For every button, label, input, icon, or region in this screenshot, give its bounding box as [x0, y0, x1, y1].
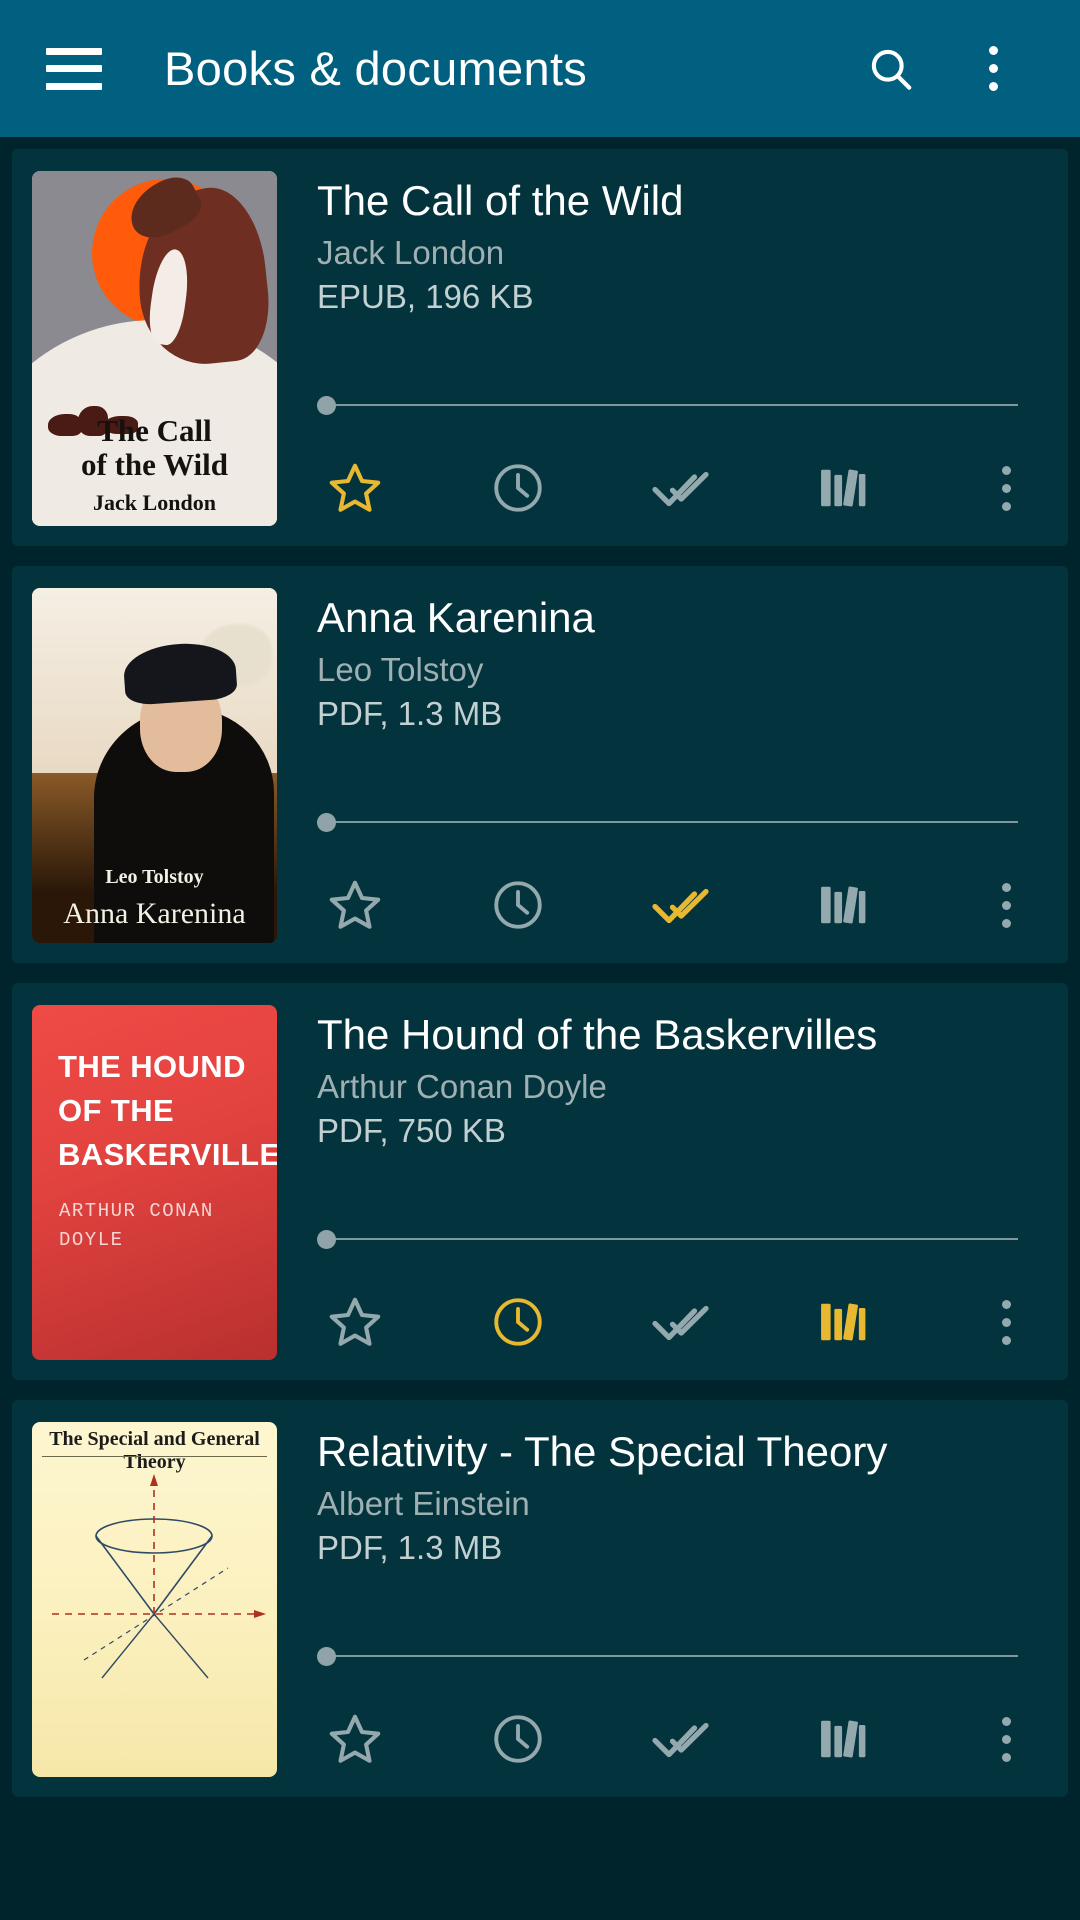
book-title: The Hound of the Baskervilles — [317, 1011, 878, 1058]
progress-track — [317, 404, 1018, 406]
read-later-clock-icon[interactable] — [480, 1284, 556, 1360]
book-info: The Call of the Wild Jack London EPUB, 1… — [277, 171, 1048, 526]
book-actions — [317, 1701, 1048, 1777]
book-title: Anna Karenina — [317, 594, 595, 641]
book-more-options-icon[interactable] — [968, 450, 1044, 526]
progress-thumb[interactable] — [317, 396, 336, 415]
progress-track — [317, 1655, 1018, 1657]
book-more-options-icon[interactable] — [968, 1284, 1044, 1360]
progress-track — [317, 821, 1018, 823]
book-list-item[interactable]: THE HOUND OF THE BASKERVILLES ARTHUR CON… — [12, 983, 1068, 1380]
book-list: The Call of the Wild Jack London The Cal… — [0, 137, 1080, 1797]
book-cover-the-hound-of-the-baskervilles[interactable]: THE HOUND OF THE BASKERVILLES ARTHUR CON… — [32, 1005, 277, 1360]
cover-author: Leo Tolstoy — [105, 866, 204, 888]
book-info: The Hound of the Baskervilles Arthur Con… — [277, 1005, 1048, 1360]
have-read-double-check-icon[interactable] — [643, 1284, 719, 1360]
read-later-clock-icon[interactable] — [480, 450, 556, 526]
cover-title-line-2: of the Wild — [81, 446, 228, 482]
book-author: Jack London — [317, 234, 505, 272]
cover-title-line-1: The Call — [97, 412, 212, 448]
book-title: The Call of the Wild — [317, 177, 684, 224]
app-bar-actions — [860, 38, 1046, 100]
page-title: Books & documents — [164, 42, 588, 95]
cover-author: ARTHUR CONAN DOYLE — [59, 1200, 214, 1251]
app-bar: Books & documents — [0, 0, 1080, 137]
have-read-double-check-icon[interactable] — [643, 1701, 719, 1777]
book-format-size: PDF, 1.3 MB — [317, 1529, 503, 1567]
collections-books-icon[interactable] — [805, 1701, 881, 1777]
read-later-clock-icon[interactable] — [480, 867, 556, 943]
progress-track — [317, 1238, 1018, 1240]
book-info: Anna Karenina Leo Tolstoy PDF, 1.3 MB — [277, 588, 1048, 943]
book-cover-the-call-of-the-wild[interactable]: The Call of the Wild Jack London — [32, 171, 277, 526]
collections-books-icon[interactable] — [805, 867, 881, 943]
reading-progress[interactable] — [317, 394, 1048, 416]
cover-title: Anna Karenina — [63, 897, 246, 930]
book-format-size: PDF, 1.3 MB — [317, 695, 503, 733]
collections-books-icon[interactable] — [805, 450, 881, 526]
book-title: Relativity - The Special Theory — [317, 1428, 888, 1475]
cover-author: Jack London — [93, 490, 216, 515]
reading-progress[interactable] — [317, 1645, 1048, 1667]
book-cover-relativity[interactable]: The Special and General Theory — [32, 1422, 277, 1777]
progress-thumb[interactable] — [317, 1647, 336, 1666]
book-info: Relativity - The Special Theory Albert E… — [277, 1422, 1048, 1777]
favorite-star-icon[interactable] — [317, 1284, 393, 1360]
book-format-size: PDF, 750 KB — [317, 1112, 506, 1150]
book-format-size: EPUB, 196 KB — [317, 278, 534, 316]
book-list-item[interactable]: The Special and General Theory Relativit… — [12, 1400, 1068, 1797]
book-more-options-icon[interactable] — [968, 867, 1044, 943]
book-actions — [317, 450, 1048, 526]
have-read-double-check-icon[interactable] — [643, 867, 719, 943]
book-actions — [317, 867, 1048, 943]
favorite-star-icon[interactable] — [317, 450, 393, 526]
cover-title: THE HOUND OF THE BASKERVILLES — [58, 1049, 277, 1173]
book-author: Arthur Conan Doyle — [317, 1068, 607, 1106]
hamburger-menu-icon[interactable] — [46, 47, 102, 90]
reading-progress[interactable] — [317, 1228, 1048, 1250]
favorite-star-icon[interactable] — [317, 867, 393, 943]
book-author: Leo Tolstoy — [317, 651, 484, 689]
book-actions — [317, 1284, 1048, 1360]
read-later-clock-icon[interactable] — [480, 1701, 556, 1777]
progress-thumb[interactable] — [317, 1230, 336, 1249]
book-more-options-icon[interactable] — [968, 1701, 1044, 1777]
progress-thumb[interactable] — [317, 813, 336, 832]
more-vertical-icon[interactable] — [962, 38, 1024, 100]
book-list-item[interactable]: The Call of the Wild Jack London The Cal… — [12, 149, 1068, 546]
book-cover-anna-karenina[interactable]: Leo Tolstoy Anna Karenina — [32, 588, 277, 943]
have-read-double-check-icon[interactable] — [643, 450, 719, 526]
book-author: Albert Einstein — [317, 1485, 530, 1523]
collections-books-icon[interactable] — [805, 1284, 881, 1360]
book-list-item[interactable]: Leo Tolstoy Anna Karenina Anna Karenina … — [12, 566, 1068, 963]
reading-progress[interactable] — [317, 811, 1048, 833]
favorite-star-icon[interactable] — [317, 1701, 393, 1777]
search-icon[interactable] — [860, 38, 922, 100]
